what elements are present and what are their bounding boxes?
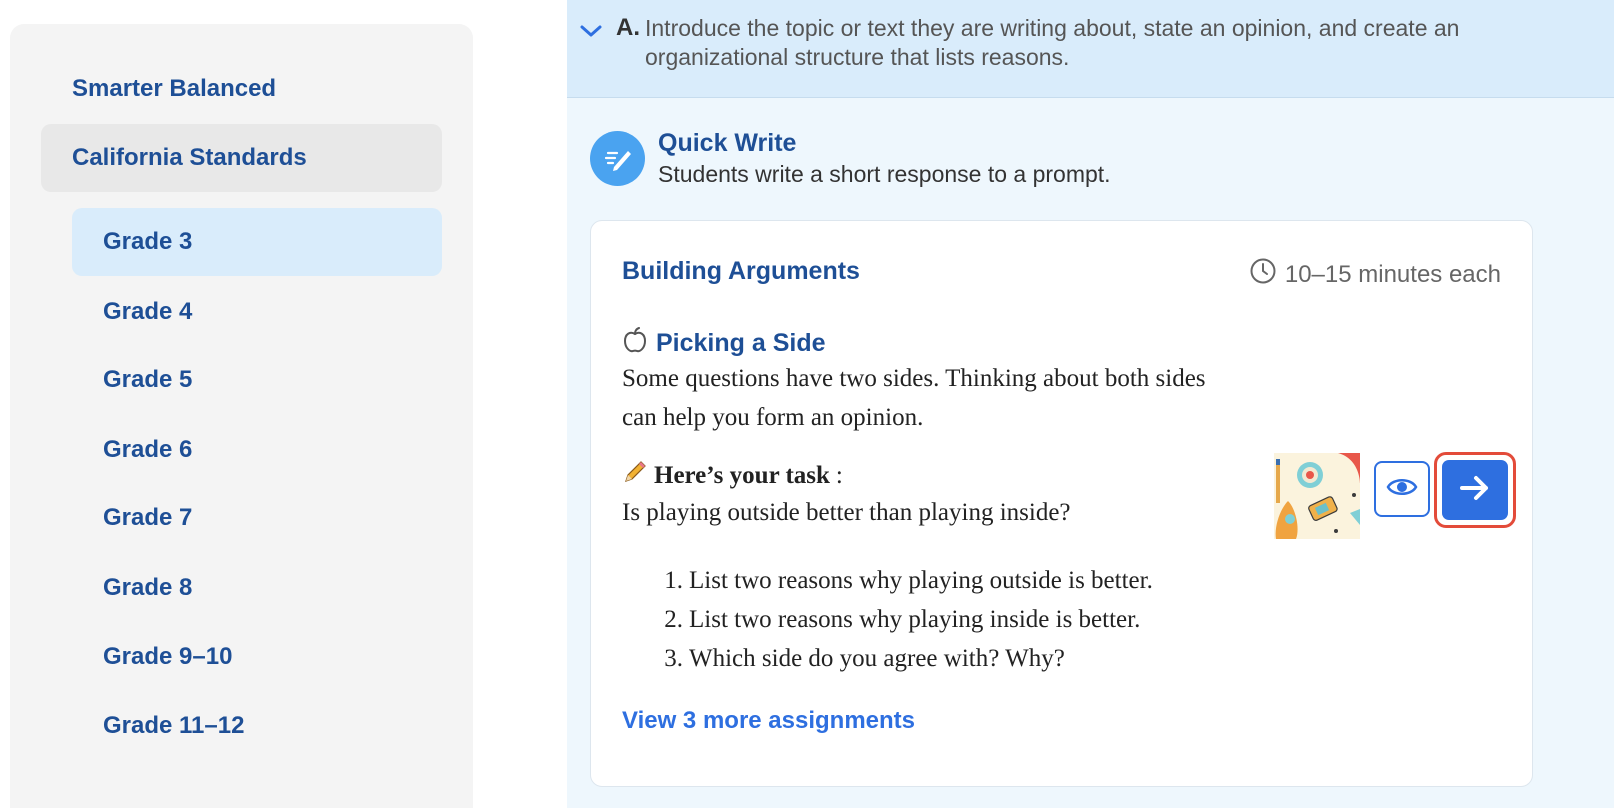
sidebar-item-grade-7[interactable]: Grade 7 xyxy=(72,484,442,552)
view-more-assignments-link[interactable]: View 3 more assignments xyxy=(622,707,915,735)
preview-button[interactable] xyxy=(1374,461,1430,517)
task-title: Picking a Side xyxy=(622,326,826,361)
sidebar-item-smarter-balanced[interactable]: Smarter Balanced xyxy=(41,55,442,123)
step-text: List two reasons why playing inside is b… xyxy=(689,606,1141,633)
sidebar-item-grade-4[interactable]: Grade 4 xyxy=(72,278,442,346)
card-title: Building Arguments xyxy=(622,257,860,285)
quick-write-description: Students write a short response to a pro… xyxy=(658,161,1111,187)
list-item: 2. List two reasons why playing inside is… xyxy=(653,600,1153,639)
assignment-thumbnail xyxy=(1274,453,1360,539)
step-text: List two reasons why playing outside is … xyxy=(689,567,1153,594)
task-label-text: Here’s your task xyxy=(654,461,830,489)
main-panel: A. Introduce the topic or text they are … xyxy=(567,0,1614,808)
step-number: 2. xyxy=(664,606,683,633)
sidebar-item-grade-8[interactable]: Grade 8 xyxy=(72,554,442,622)
task-question: Is playing outside better than playing i… xyxy=(622,499,1071,526)
standard-letter: A. xyxy=(616,14,640,41)
assign-button-highlight xyxy=(1434,452,1516,528)
list-item: 3. Which side do you agree with? Why? xyxy=(653,639,1153,678)
arrow-right-icon xyxy=(1459,474,1491,507)
task-description: Some questions have two sides. Thinking … xyxy=(622,365,1206,431)
task-title-text: Picking a Side xyxy=(656,329,826,357)
assignment-card: Building Arguments 10–15 minutes each Pi… xyxy=(590,220,1533,787)
standard-text: Introduce the topic or text they are wri… xyxy=(645,15,1460,70)
task-label-colon: : xyxy=(835,461,843,489)
step-number: 3. xyxy=(664,645,683,672)
sidebar-item-grade-6[interactable]: Grade 6 xyxy=(72,416,442,484)
sidebar-item-grade-3[interactable]: Grade 3 xyxy=(72,208,442,276)
apple-icon xyxy=(622,326,648,361)
step-text: Which side do you agree with? Why? xyxy=(689,645,1065,672)
list-item: 1. List two reasons why playing outside i… xyxy=(653,561,1153,600)
assign-button[interactable] xyxy=(1442,460,1508,520)
task-steps: 1. List two reasons why playing outside i… xyxy=(653,561,1153,678)
standard-header: A. Introduce the topic or text they are … xyxy=(567,0,1614,98)
chevron-down-icon[interactable] xyxy=(579,22,603,40)
step-number: 1. xyxy=(664,567,683,594)
eye-icon xyxy=(1386,475,1418,504)
pencil-write-icon xyxy=(590,131,645,186)
sidebar-item-grade-9-10[interactable]: Grade 9–10 xyxy=(72,623,442,691)
quick-write-title: Quick Write xyxy=(658,129,797,157)
sidebar-item-grade-11-12[interactable]: Grade 11–12 xyxy=(72,692,442,760)
duration: 10–15 minutes each xyxy=(1249,257,1501,292)
sidebar-item-california-standards[interactable]: California Standards xyxy=(41,124,442,192)
sidebar-item-grade-5[interactable]: Grade 5 xyxy=(72,346,442,414)
sidebar: Smarter Balanced California Standards Gr… xyxy=(10,24,473,808)
duration-text: 10–15 minutes each xyxy=(1284,260,1501,288)
task-label: Here’s your task: xyxy=(622,459,843,492)
clock-icon xyxy=(1249,257,1277,292)
pencil-icon xyxy=(622,459,648,492)
